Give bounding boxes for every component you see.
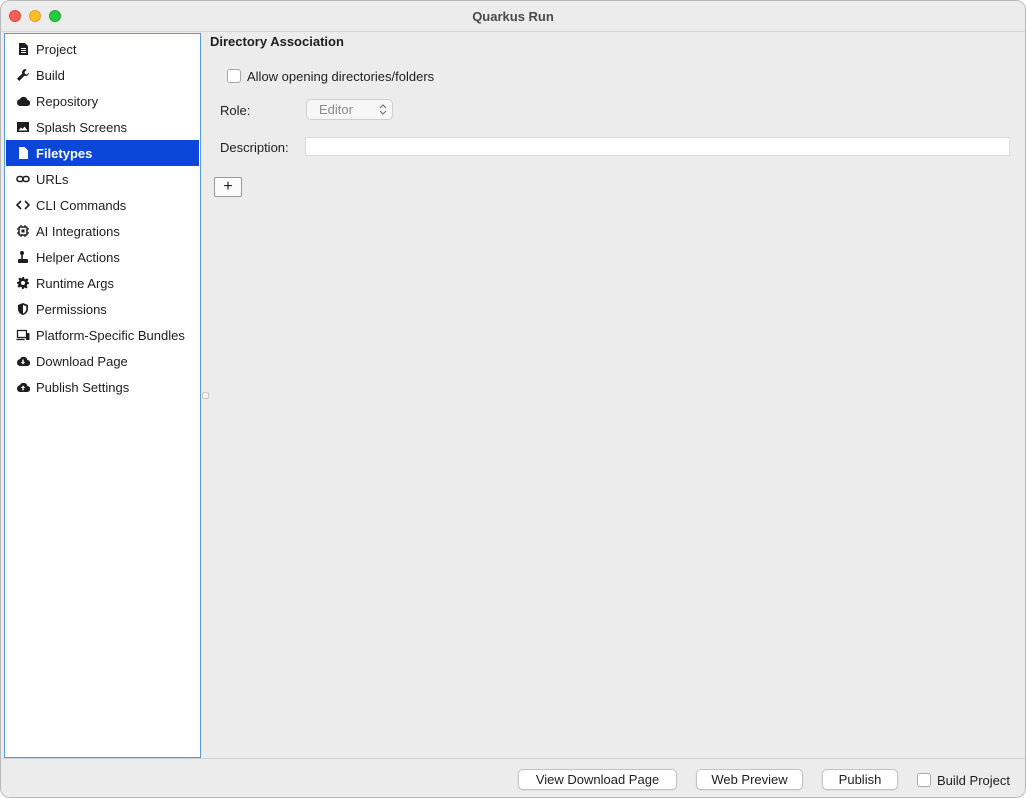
gear-icon <box>16 276 30 290</box>
role-select[interactable]: Editor <box>306 99 393 120</box>
sidebar-item-label: CLI Commands <box>36 197 127 213</box>
allow-directories-label: Allow opening directories/folders <box>247 69 435 84</box>
sidebar-item-label: Platform-Specific Bundles <box>36 327 185 343</box>
sidebar-item-build[interactable]: Build <box>6 62 199 88</box>
sidebar-item-runtime-args[interactable]: Runtime Args <box>6 270 199 296</box>
sidebar-item-label: Build <box>36 67 65 83</box>
section-title: Directory Association <box>210 34 344 49</box>
app-window: Quarkus Run Project Build Repository Spl… <box>0 0 1026 798</box>
devices-icon <box>16 328 30 342</box>
sidebar-item-label: Publish Settings <box>36 379 130 395</box>
publish-button[interactable]: Publish <box>822 769 898 790</box>
shield-icon <box>16 302 30 316</box>
sidebar-item-label: AI Integrations <box>36 223 120 239</box>
sidebar-item-helper-actions[interactable]: Helper Actions <box>6 244 199 270</box>
build-project-checkbox[interactable] <box>917 773 931 787</box>
sidebar-item-label: Helper Actions <box>36 249 120 265</box>
sidebar-item-label: Filetypes <box>36 145 93 161</box>
code-icon <box>16 198 30 212</box>
sidebar-item-repository[interactable]: Repository <box>6 88 199 114</box>
up-down-chevron-icon <box>379 104 387 115</box>
sidebar-nav: Project Build Repository Splash Screens … <box>4 33 201 758</box>
allow-directories-checkbox[interactable] <box>227 69 241 83</box>
sidebar-item-label: Permissions <box>36 301 107 317</box>
sidebar-item-label: Project <box>36 41 77 57</box>
sidebar-item-splash-screens[interactable]: Splash Screens <box>6 114 199 140</box>
sidebar-item-permissions[interactable]: Permissions <box>6 296 199 322</box>
image-icon <box>16 120 30 134</box>
role-label: Role: <box>220 103 251 118</box>
add-association-button[interactable]: + <box>214 177 242 197</box>
wrench-icon <box>16 68 30 82</box>
cloud-upload-icon <box>16 380 30 394</box>
sidebar-item-ai-integrations[interactable]: AI Integrations <box>6 218 199 244</box>
role-select-value: Editor <box>319 102 353 117</box>
link-icon <box>16 172 30 186</box>
joystick-icon <box>16 250 30 264</box>
sidebar-item-urls[interactable]: URLs <box>6 166 199 192</box>
file-icon <box>16 146 30 160</box>
footer-bar: View Download Page Web Preview Publish B… <box>1 758 1025 797</box>
document-icon <box>16 42 30 56</box>
sidebar-item-project[interactable]: Project <box>6 36 199 62</box>
title-bar: Quarkus Run <box>1 1 1025 32</box>
description-label: Description: <box>220 140 289 155</box>
sidebar-item-label: Splash Screens <box>36 119 128 135</box>
sidebar-item-label: Repository <box>36 93 99 109</box>
cloud-download-icon <box>16 354 30 368</box>
sidebar-item-platform-specific-bundles[interactable]: Platform-Specific Bundles <box>6 322 199 348</box>
sidebar-item-download-page[interactable]: Download Page <box>6 348 199 374</box>
view-download-page-button[interactable]: View Download Page <box>518 769 677 790</box>
chip-icon <box>16 224 30 238</box>
window-title: Quarkus Run <box>472 9 554 24</box>
filetypes-panel: Directory Association Allow opening dire… <box>202 33 1025 758</box>
sidebar-item-cli-commands[interactable]: CLI Commands <box>6 192 199 218</box>
sidebar-item-filetypes[interactable]: Filetypes <box>6 140 199 166</box>
sidebar-item-publish-settings[interactable]: Publish Settings <box>6 374 199 400</box>
description-input[interactable] <box>305 137 1010 156</box>
cloud-icon <box>16 94 30 108</box>
sidebar-item-label: URLs <box>36 171 69 187</box>
sidebar-item-label: Runtime Args <box>36 275 115 291</box>
sidebar-item-label: Download Page <box>36 353 128 369</box>
web-preview-button[interactable]: Web Preview <box>696 769 803 790</box>
build-project-label: Build Project <box>937 773 1010 788</box>
